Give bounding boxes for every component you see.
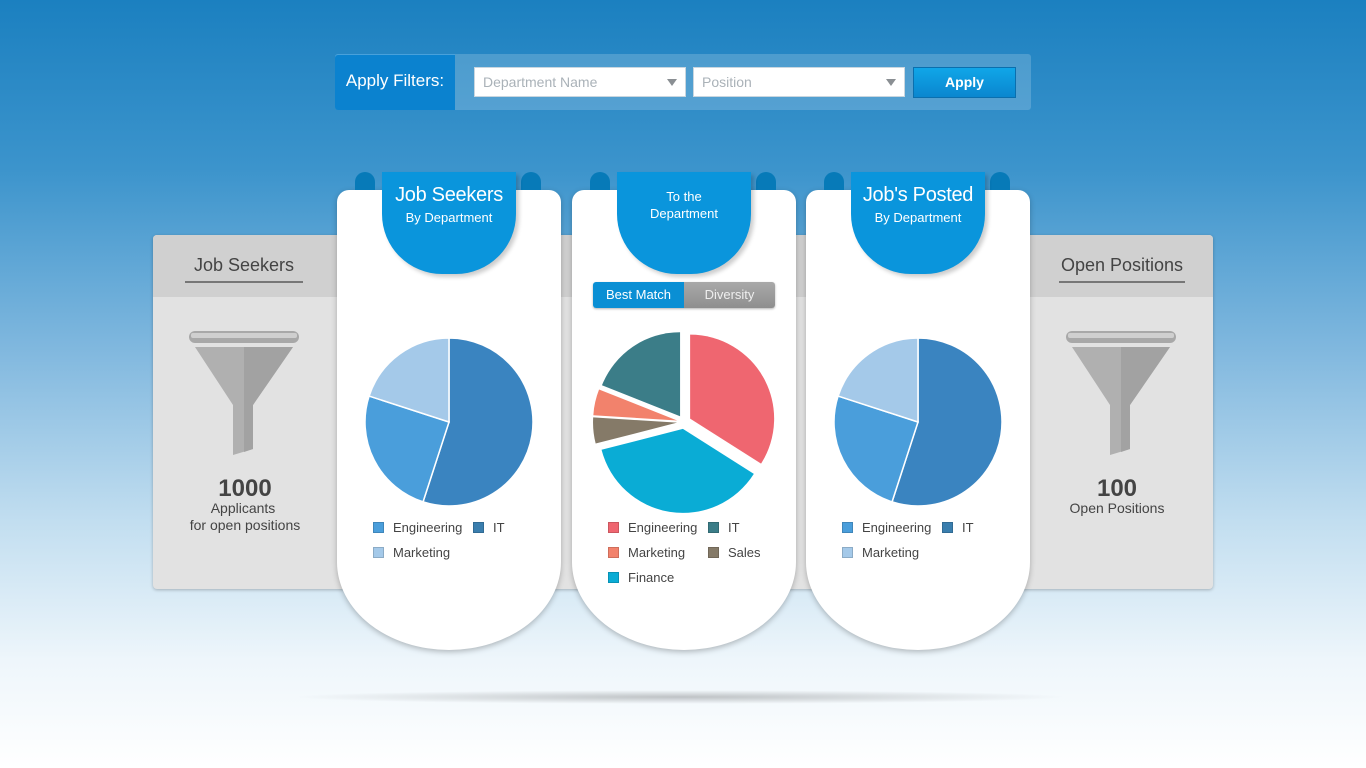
tab-ear bbox=[756, 172, 776, 190]
legend-item: Sales bbox=[708, 545, 761, 560]
apply-button[interactable]: Apply bbox=[913, 67, 1016, 98]
legend-item: IT bbox=[473, 520, 505, 535]
legend-item: Marketing bbox=[842, 545, 919, 560]
tab-ear bbox=[355, 172, 375, 190]
tab-ear bbox=[990, 172, 1010, 190]
legend-item: IT bbox=[708, 520, 740, 535]
legend-swatch bbox=[608, 547, 619, 558]
card-title: Job Seekers bbox=[395, 184, 503, 206]
legend-swatch bbox=[373, 522, 384, 533]
card-title-line2: Department bbox=[650, 206, 718, 221]
legend-swatch bbox=[608, 572, 619, 583]
legend-item: Marketing bbox=[608, 545, 685, 560]
card-tab: Job's Posted By Department bbox=[851, 172, 985, 274]
legend-label: Engineering bbox=[628, 520, 698, 535]
legend-swatch bbox=[373, 547, 384, 558]
card-title: Job's Posted bbox=[862, 184, 974, 206]
legend-swatch bbox=[608, 522, 619, 533]
chevron-down-icon bbox=[886, 79, 896, 86]
department-placeholder: Department Name bbox=[483, 74, 598, 90]
legend-item: Engineering bbox=[842, 520, 931, 535]
position-select[interactable]: Position bbox=[693, 67, 905, 97]
filter-bar: Apply Filters: Department Name Position … bbox=[335, 54, 1031, 110]
jobs-posted-card: Job's Posted By Department Engineering I… bbox=[806, 172, 1030, 650]
match-toggle: Best Match Diversity bbox=[593, 282, 775, 308]
tab-ear bbox=[521, 172, 541, 190]
legend-label: Finance bbox=[628, 570, 675, 585]
job-seekers-card: Job Seekers By Department Engineering IT… bbox=[337, 172, 561, 650]
legend-swatch bbox=[842, 547, 853, 558]
to-department-card: To the Department Best Match Diversity E… bbox=[572, 172, 796, 650]
chevron-down-icon bbox=[667, 79, 677, 86]
position-placeholder: Position bbox=[702, 74, 752, 90]
legend-label: Marketing bbox=[628, 545, 686, 560]
funnel-icon bbox=[189, 331, 299, 455]
legend-label: IT bbox=[728, 520, 740, 535]
legend-label: Marketing bbox=[393, 545, 451, 560]
department-select[interactable]: Department Name bbox=[474, 67, 686, 97]
floor-shadow bbox=[290, 690, 1070, 704]
tab-ear bbox=[824, 172, 844, 190]
legend-label: Engineering bbox=[393, 520, 463, 535]
diversity-button[interactable]: Diversity bbox=[684, 282, 775, 308]
open-positions-title: Open Positions bbox=[1059, 255, 1185, 283]
jobs-posted-pie-chart bbox=[833, 337, 1003, 507]
applicants-count: 1000 bbox=[218, 475, 272, 502]
legend-swatch bbox=[708, 522, 719, 533]
tab-ear bbox=[590, 172, 610, 190]
legend-item: Finance bbox=[608, 570, 674, 585]
legend-item: Engineering bbox=[608, 520, 697, 535]
card-tab: Job Seekers By Department bbox=[382, 172, 516, 274]
filter-label: Apply Filters: bbox=[335, 54, 455, 110]
card-subtitle: By Department bbox=[874, 210, 962, 225]
applicants-label: Applicants bbox=[210, 500, 276, 516]
card-tab: To the Department bbox=[617, 172, 751, 274]
legend-swatch bbox=[842, 522, 853, 533]
legend-label: Engineering bbox=[862, 520, 932, 535]
card-title-line1: To the bbox=[666, 189, 702, 204]
open-positions-label: Open Positions bbox=[1069, 500, 1165, 516]
legend-label: Marketing bbox=[862, 545, 920, 560]
legend-item: Marketing bbox=[373, 545, 450, 560]
legend-item: IT bbox=[942, 520, 974, 535]
legend-swatch bbox=[473, 522, 484, 533]
funnel-icon bbox=[1066, 331, 1176, 455]
to-department-pie-chart bbox=[593, 332, 775, 513]
legend-swatch bbox=[942, 522, 953, 533]
legend-label: IT bbox=[493, 520, 505, 535]
applicants-sublabel: for open positions bbox=[189, 517, 301, 533]
best-match-button[interactable]: Best Match bbox=[593, 282, 684, 308]
card-subtitle: By Department bbox=[405, 210, 493, 225]
legend-label: IT bbox=[962, 520, 974, 535]
open-positions-count: 100 bbox=[1096, 475, 1138, 502]
job-seekers-title: Job Seekers bbox=[185, 255, 303, 283]
job-seekers-pie-chart bbox=[364, 337, 534, 507]
legend-item: Engineering bbox=[373, 520, 462, 535]
legend-swatch bbox=[708, 547, 719, 558]
legend-label: Sales bbox=[728, 545, 761, 560]
card-title: To the Department bbox=[617, 188, 751, 222]
